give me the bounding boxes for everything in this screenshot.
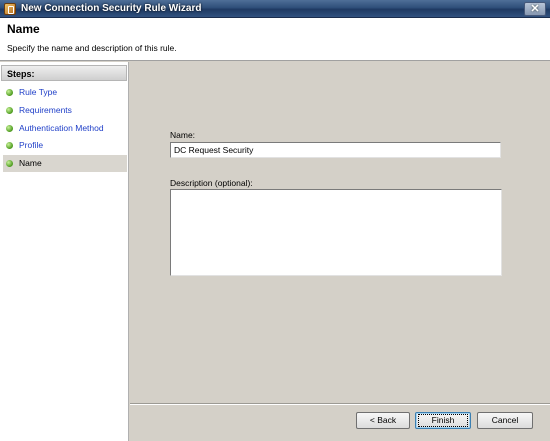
step-complete-icon (6, 107, 13, 114)
name-input[interactable] (170, 142, 501, 158)
steps-heading: Steps: (1, 65, 127, 81)
name-label: Name: (170, 130, 196, 140)
step-complete-icon (6, 125, 13, 132)
steps-panel: Steps: Rule Type Requirements Authentica… (0, 62, 129, 441)
step-authentication-method[interactable]: Authentication Method (3, 120, 127, 137)
step-label: Profile (19, 140, 44, 150)
step-name-current: Name (3, 155, 127, 172)
step-complete-icon (6, 89, 13, 96)
step-label: Name (19, 158, 42, 168)
footer-separator (130, 403, 550, 405)
step-requirements[interactable]: Requirements (3, 102, 127, 119)
description-textarea[interactable] (170, 189, 502, 276)
close-button[interactable]: ✕ (524, 2, 546, 16)
step-label: Authentication Method (19, 123, 104, 133)
finish-button[interactable]: Finish (415, 412, 471, 429)
title-bar: New Connection Security Rule Wizard ✕ (0, 0, 550, 18)
step-label: Rule Type (19, 87, 58, 97)
step-complete-icon (6, 142, 13, 149)
step-label: Requirements (19, 105, 72, 115)
step-profile[interactable]: Profile (3, 137, 127, 154)
content-area: Name: Description (optional): (130, 62, 550, 403)
page-subtitle: Specify the name and description of this… (7, 43, 177, 53)
page-header: Name Specify the name and description of… (0, 18, 550, 61)
back-button[interactable]: < Back (356, 412, 410, 429)
firewall-app-icon (4, 3, 16, 15)
window-title: New Connection Security Rule Wizard (21, 3, 202, 14)
page-title: Name (7, 22, 40, 36)
step-current-icon (6, 160, 13, 167)
step-rule-type[interactable]: Rule Type (3, 84, 127, 101)
cancel-button[interactable]: Cancel (477, 412, 533, 429)
description-label: Description (optional): (170, 178, 253, 188)
